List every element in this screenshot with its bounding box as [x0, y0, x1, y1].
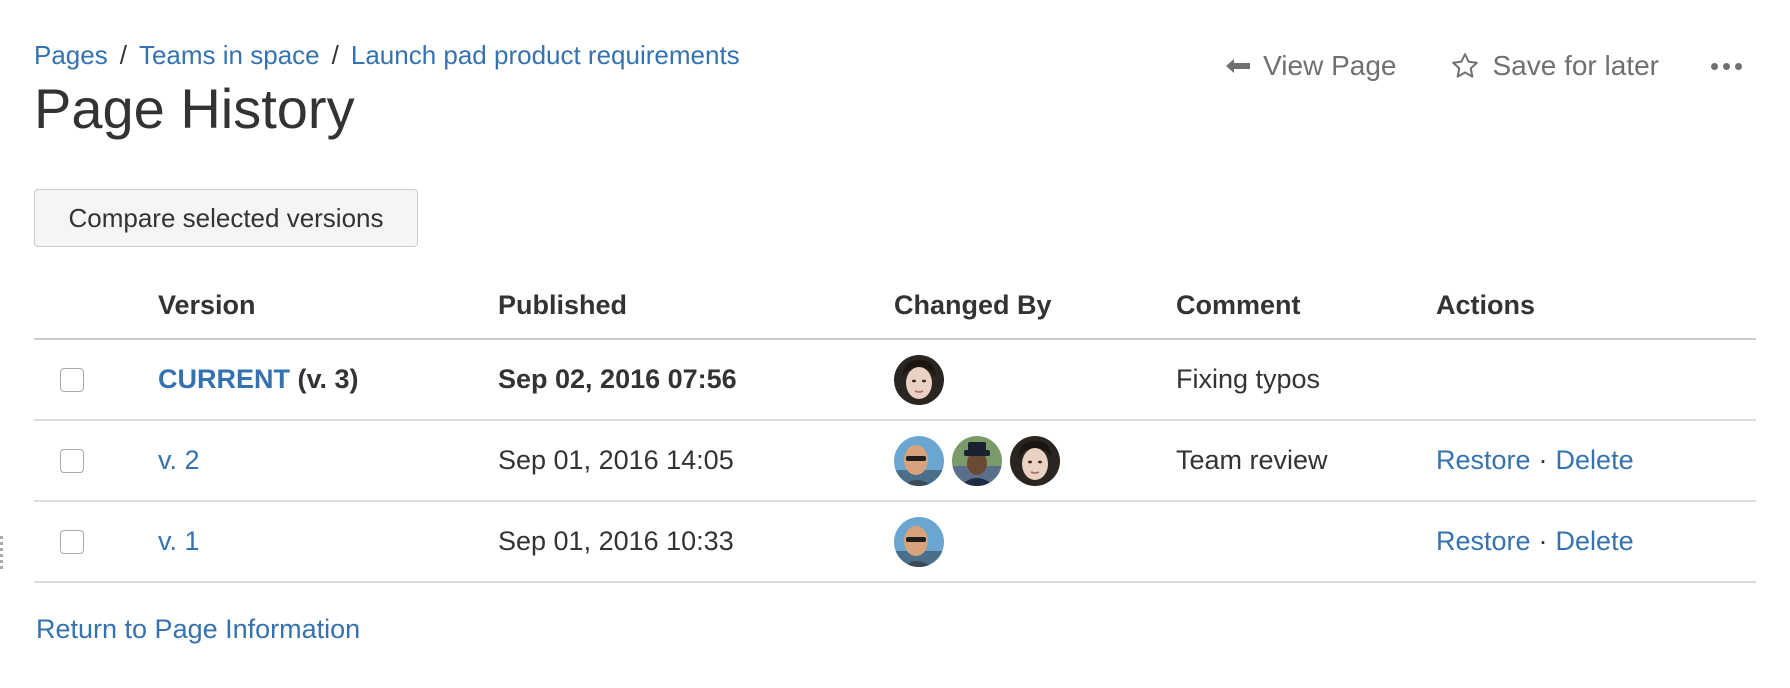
row-actions: Restore · Delete: [1436, 501, 1756, 583]
comment-text: Team review: [1176, 445, 1328, 475]
handle-dot: [0, 536, 3, 539]
save-for-later-label: Save for later: [1492, 50, 1659, 81]
version-link-current[interactable]: CURRENT: [158, 364, 290, 394]
return-to-page-information-link[interactable]: Return to Page Information: [36, 614, 360, 645]
header-version: Version: [158, 272, 498, 340]
action-separator: ·: [1538, 526, 1548, 556]
header-published: Published: [498, 272, 894, 340]
star-icon: [1452, 53, 1479, 78]
breadcrumb-launch-pad[interactable]: Launch pad product requirements: [351, 40, 740, 71]
ellipsis-dot: [1711, 62, 1718, 70]
breadcrumb-separator: /: [119, 40, 127, 70]
table-row: v. 2 Sep 01, 2016 14:05 Team review Rest…: [34, 420, 1756, 502]
breadcrumb-teams-in-space[interactable]: Teams in space: [139, 40, 320, 71]
delete-link[interactable]: Delete: [1556, 445, 1634, 475]
page-title: Page History: [34, 77, 355, 140]
header-select: [34, 272, 158, 340]
avatar-man-sunglasses[interactable]: [894, 517, 944, 567]
breadcrumb-separator: /: [331, 40, 339, 70]
handle-dot: [0, 554, 3, 557]
page-actions: View Page Save for later: [1171, 50, 1742, 82]
avatar-man-sunglasses[interactable]: [894, 436, 944, 486]
version-number: (v. 3): [297, 364, 359, 394]
version-checkbox[interactable]: [60, 367, 84, 392]
ellipsis-dot: [1735, 62, 1742, 70]
published-date: Sep 01, 2016 14:05: [498, 445, 734, 475]
header-changed-by: Changed By: [894, 272, 1176, 340]
table-row: CURRENT (v. 3) Sep 02, 2016 07:56 Fixing…: [34, 339, 1756, 421]
view-page-label: View Page: [1263, 50, 1397, 81]
avatar-man-hat[interactable]: [952, 436, 1002, 486]
version-checkbox[interactable]: [60, 529, 84, 554]
version-checkbox[interactable]: [60, 448, 84, 473]
handle-dot: [0, 548, 3, 551]
compare-selected-versions-button[interactable]: Compare selected versions: [34, 189, 418, 247]
table-row: v. 1 Sep 01, 2016 10:33 Restore · Delete: [34, 501, 1756, 583]
restore-link[interactable]: Restore: [1436, 526, 1531, 556]
handle-dot: [0, 560, 3, 563]
page-history-table: Version Published Changed By Comment Act…: [34, 272, 1756, 583]
back-arrow-icon: [1226, 59, 1251, 73]
header-actions: Actions: [1436, 272, 1756, 340]
delete-link[interactable]: Delete: [1556, 526, 1634, 556]
restore-link[interactable]: Restore: [1436, 445, 1531, 475]
header-comment: Comment: [1176, 272, 1436, 340]
published-date: Sep 02, 2016 07:56: [498, 364, 737, 394]
changed-by-avatars: [894, 517, 1176, 567]
ellipsis-dot: [1723, 62, 1730, 70]
save-for-later-button[interactable]: Save for later: [1450, 50, 1659, 82]
row-actions: [1436, 339, 1756, 421]
changed-by-avatars: [894, 355, 1176, 405]
resize-handle[interactable]: [0, 536, 8, 569]
avatar-woman[interactable]: [894, 355, 944, 405]
version-link-v2[interactable]: v. 2: [158, 445, 200, 475]
avatar-woman[interactable]: [1010, 436, 1060, 486]
changed-by-avatars: [894, 436, 1176, 486]
row-actions: Restore · Delete: [1436, 420, 1756, 502]
breadcrumb: Pages / Teams in space / Launch pad prod…: [34, 40, 740, 71]
published-date: Sep 01, 2016 10:33: [498, 526, 734, 556]
comment-text: Fixing typos: [1176, 364, 1321, 394]
more-actions-icon[interactable]: [1711, 62, 1742, 70]
version-link-v1[interactable]: v. 1: [158, 526, 200, 556]
view-page-button[interactable]: View Page: [1225, 50, 1396, 82]
handle-dot: [0, 566, 3, 569]
table-header-row: Version Published Changed By Comment Act…: [34, 272, 1756, 340]
action-separator: ·: [1538, 445, 1548, 475]
breadcrumb-pages[interactable]: Pages: [34, 40, 108, 71]
handle-dot: [0, 542, 3, 545]
